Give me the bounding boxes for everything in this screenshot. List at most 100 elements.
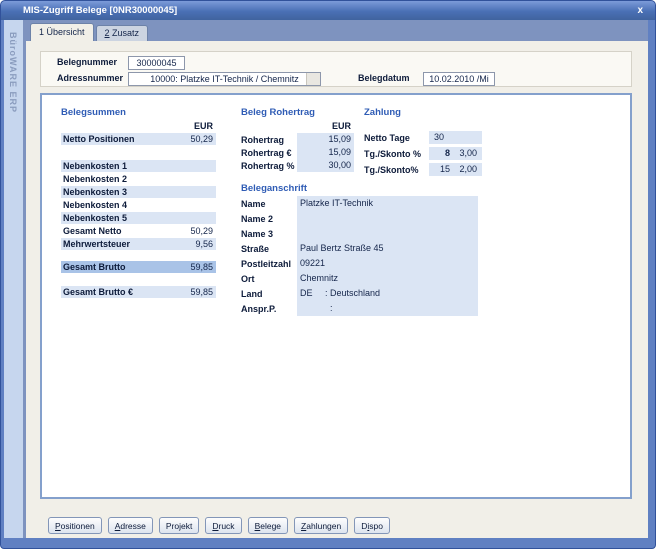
- row-value: 15,09: [297, 133, 354, 146]
- zahlung-title: Zahlung: [364, 107, 484, 119]
- percent-value: [457, 131, 482, 144]
- belegsummen-rows: Netto Positionen 50,29 Nebenkosten 1 Nebenk…: [61, 133, 216, 298]
- row-value: 15,09: [297, 146, 354, 159]
- action-button-bar: Positionen Adresse Projekt Druck Belege Zahlu…: [48, 517, 390, 534]
- brand-sidebar: BüroWARE ERP: [4, 20, 23, 538]
- rohertrag-row-rohertrag: Rohertrag €15,09: [241, 146, 354, 159]
- days-value: 30: [429, 131, 457, 144]
- tab-strip: 1 Übersicht 2 Zusatz: [26, 20, 648, 41]
- row-value: 50,29: [190, 134, 213, 144]
- button-dispo[interactable]: Dispo: [354, 517, 390, 534]
- summary-row-mehrwertsteuer[interactable]: Mehrwertsteuer 9,56: [61, 238, 216, 250]
- adressnummer-label: Adressnummer: [57, 73, 123, 83]
- brand-text: BüroWARE ERP: [8, 32, 18, 113]
- app-window: MIS-Zugriff Belege [0NR30000045] x BüroW…: [0, 0, 656, 549]
- belegnummer-label: Belegnummer: [57, 57, 117, 67]
- anschrift-row-name-3: Name 3: [241, 226, 478, 241]
- summary-row-nebenkosten-3[interactable]: Nebenkosten 3: [61, 186, 216, 198]
- belegsummen-title: Belegsummen: [61, 107, 216, 119]
- button-druck[interactable]: Druck: [205, 517, 241, 534]
- days-value: 15: [429, 163, 457, 176]
- summary-row-gesamt-brutto[interactable]: Gesamt Brutto 59,85: [61, 261, 216, 273]
- detail-panel: Belegsummen EUR Netto Positionen 50,29 Neb…: [40, 93, 632, 499]
- row-label: Gesamt Netto: [63, 226, 122, 236]
- row-label: Rohertrag €: [241, 148, 297, 158]
- adressnummer-dropdown[interactable]: [306, 73, 320, 85]
- row-label: Rohertrag: [241, 135, 297, 145]
- rohertrag-row-rohertrag: Rohertrag15,09: [241, 133, 354, 146]
- summary-row-gesamt-netto[interactable]: Gesamt Netto50,29: [61, 225, 216, 237]
- row-value: :: [297, 301, 478, 316]
- titlebar: MIS-Zugriff Belege [0NR30000045] x: [1, 1, 655, 20]
- zahlung-rows: Netto Tage30 Tg./Skonto %83,00 Tg./Skonto%…: [364, 131, 484, 176]
- button-zahlungen[interactable]: Zahlungen: [294, 517, 348, 534]
- button-positionen[interactable]: Positionen: [48, 517, 102, 534]
- rohertrag-row-rohertrag: Rohertrag %30,00: [241, 159, 354, 172]
- row-label: Rohertrag %: [241, 161, 297, 171]
- row-value: 30,00: [297, 159, 354, 172]
- belegdatum-value: 10.02.2010 /Mi: [429, 74, 489, 84]
- row-label: Nebenkosten 2: [63, 174, 127, 184]
- row-label: Gesamt Brutto: [63, 262, 126, 272]
- adressnummer-input[interactable]: 10000: Platzke IT-Technik / Chemnitz: [128, 72, 321, 86]
- main-area: 1 Übersicht 2 Zusatz Belegnummer 3000004…: [23, 20, 648, 538]
- row-label: Land: [241, 289, 297, 299]
- button-label-post: spo: [369, 521, 383, 531]
- summary-row-nebenkosten-1[interactable]: Nebenkosten 1: [61, 160, 216, 172]
- button-label-post: ekt: [181, 521, 192, 531]
- row-label: Postleitzahl: [241, 259, 297, 269]
- window-body: BüroWARE ERP 1 Übersicht 2 Zusatz Belegn…: [4, 20, 648, 538]
- belegdatum-label: Belegdatum: [358, 73, 410, 83]
- zahlung-row-tg-skonto: Tg./Skonto%152,00: [364, 163, 484, 176]
- belegnummer-input[interactable]: 30000045: [128, 56, 185, 70]
- button-belege[interactable]: Belege: [248, 517, 288, 534]
- summary-row-gesamt-brutto[interactable]: Gesamt Brutto € 59,85: [61, 286, 216, 298]
- belegnummer-value: 30000045: [136, 58, 176, 68]
- row-label: Tg./Skonto %: [364, 149, 429, 159]
- summary-row-nebenkosten-2[interactable]: Nebenkosten 2: [61, 173, 216, 185]
- beleganschrift-section: Beleganschrift NamePlatzke IT-TechnikNam…: [241, 183, 478, 316]
- belegsummen-currency-header: EUR: [61, 121, 216, 131]
- anschrift-row-name: NamePlatzke IT-Technik: [241, 196, 478, 211]
- row-label: Nebenkosten 3: [63, 187, 127, 197]
- row-label: Nebenkosten 4: [63, 200, 127, 210]
- tab-zusatz[interactable]: 2 Zusatz: [96, 25, 149, 41]
- row-label: Netto Tage: [364, 133, 429, 143]
- adressnummer-value: 10000: Platzke IT-Technik / Chemnitz: [150, 74, 299, 84]
- row-spacer: [61, 274, 216, 286]
- button-label-post: dresse: [120, 521, 146, 531]
- button-label-pre: Pro: [166, 521, 179, 531]
- tab-uebersicht[interactable]: 1 Übersicht: [30, 23, 94, 41]
- row-label: Netto Positionen: [63, 134, 135, 144]
- summary-row-netto-positionen[interactable]: Netto Positionen 50,29: [61, 133, 216, 145]
- window-title: MIS-Zugriff Belege [0NR30000045]: [23, 5, 177, 16]
- row-value: 59,85: [190, 287, 213, 297]
- row-label: Tg./Skonto%: [364, 165, 429, 175]
- button-label-post: ahlungen: [306, 521, 341, 531]
- button-projekt[interactable]: Projekt: [159, 517, 199, 534]
- zahlung-row-tg-skonto: Tg./Skonto %83,00: [364, 147, 484, 160]
- anschrift-row-ort: OrtChemnitz: [241, 271, 478, 286]
- row-label: Anspr.P.: [241, 304, 297, 314]
- anschrift-row-stra-e: StraßePaul Bertz Straße 45: [241, 241, 478, 256]
- row-value: 09221: [297, 256, 478, 271]
- row-spacer: [61, 146, 216, 160]
- button-label-post: elege: [260, 521, 281, 531]
- row-label: Ort: [241, 274, 297, 284]
- row-label: Mehrwertsteuer: [63, 239, 130, 249]
- summary-row-nebenkosten-5[interactable]: Nebenkosten 5: [61, 212, 216, 224]
- row-value: 59,85: [190, 262, 213, 272]
- row-value: DE : Deutschland: [297, 286, 478, 301]
- anschrift-row-postleitzahl: Postleitzahl09221: [241, 256, 478, 271]
- row-label: Nebenkosten 5: [63, 213, 127, 223]
- summary-row-nebenkosten-4[interactable]: Nebenkosten 4: [61, 199, 216, 211]
- button-adresse[interactable]: Adresse: [108, 517, 153, 534]
- belegdatum-input[interactable]: 10.02.2010 /Mi: [423, 72, 495, 86]
- row-label: Nebenkosten 1: [63, 161, 127, 171]
- row-label: Name: [241, 199, 297, 209]
- row-label: Gesamt Brutto €: [63, 287, 133, 297]
- row-label: Name 3: [241, 229, 297, 239]
- close-icon[interactable]: x: [637, 1, 643, 20]
- anschrift-row-land: LandDE : Deutschland: [241, 286, 478, 301]
- row-value: 9,56: [195, 239, 213, 249]
